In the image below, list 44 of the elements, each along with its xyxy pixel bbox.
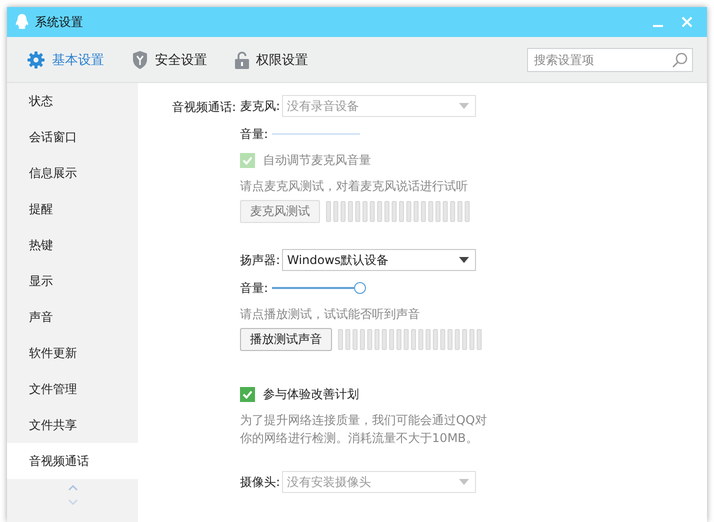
- scroll-down-icon[interactable]: [68, 499, 78, 505]
- checkbox-label: 自动调节麦克风音量: [263, 152, 372, 168]
- sidebar-item[interactable]: 状态: [7, 83, 138, 119]
- settings-tab[interactable]: 权限设置: [235, 46, 308, 72]
- caret-icon: [459, 479, 470, 485]
- caret-icon: [459, 103, 470, 109]
- sidebar-item[interactable]: 信息展示: [7, 155, 138, 191]
- checkbox-label: 参与体验改善计划: [263, 386, 360, 402]
- settings-tab[interactable]: 基本设置: [27, 46, 104, 72]
- sidebar-item[interactable]: 软件更新: [7, 335, 138, 371]
- gear-icon: [27, 50, 45, 68]
- sidebar-item[interactable]: 文件管理: [7, 371, 138, 407]
- sidebar-item[interactable]: 会话窗口: [7, 119, 138, 155]
- sidebar-item[interactable]: 显示: [7, 263, 138, 299]
- scroll-up-icon[interactable]: [68, 485, 78, 491]
- hint-text: 请点麦克风测试，对着麦克风说话进行试听: [240, 178, 468, 195]
- caret-icon: [459, 257, 470, 263]
- play-test-button[interactable]: 播放测试声音: [240, 328, 332, 351]
- checkbox[interactable]: [240, 386, 256, 402]
- section-label: 音视频通话:: [172, 99, 236, 116]
- field-label: 摄像头:: [240, 474, 280, 490]
- device-dropdown[interactable]: Windows默认设备: [282, 249, 476, 271]
- lock-icon: [235, 50, 249, 68]
- hint-text: 请点播放测试，试试能否听到声音: [240, 306, 420, 323]
- sidebar-item[interactable]: 音视频通话: [7, 443, 138, 479]
- search-field[interactable]: 搜索设置项: [527, 48, 693, 72]
- window-title: 系统设置: [35, 14, 83, 30]
- search-icon: [672, 52, 688, 68]
- field-label: 麦克风:: [240, 98, 280, 114]
- settings-tab[interactable]: 安全设置: [132, 46, 207, 72]
- sidebar-item[interactable]: 声音: [7, 299, 138, 335]
- volume-label: 音量:: [240, 126, 268, 142]
- sidebar-item[interactable]: 文件共享: [7, 407, 138, 443]
- sidebar-item[interactable]: 提醒: [7, 191, 138, 227]
- penguin-icon: [15, 14, 29, 30]
- note-text: 为了提升网络连接质量，我们可能会通过QQ对你的网络进行检测。消耗流量不大于10MB。: [240, 412, 488, 447]
- field-label: 扬声器:: [240, 252, 280, 268]
- volume-label: 音量:: [240, 280, 268, 296]
- sidebar-item[interactable]: 热键: [7, 227, 138, 263]
- slider-thumb[interactable]: [354, 282, 366, 294]
- shield-icon: [132, 50, 148, 68]
- volume-slider[interactable]: [272, 282, 366, 294]
- close-icon: [681, 16, 693, 28]
- minimize-icon: [653, 25, 663, 27]
